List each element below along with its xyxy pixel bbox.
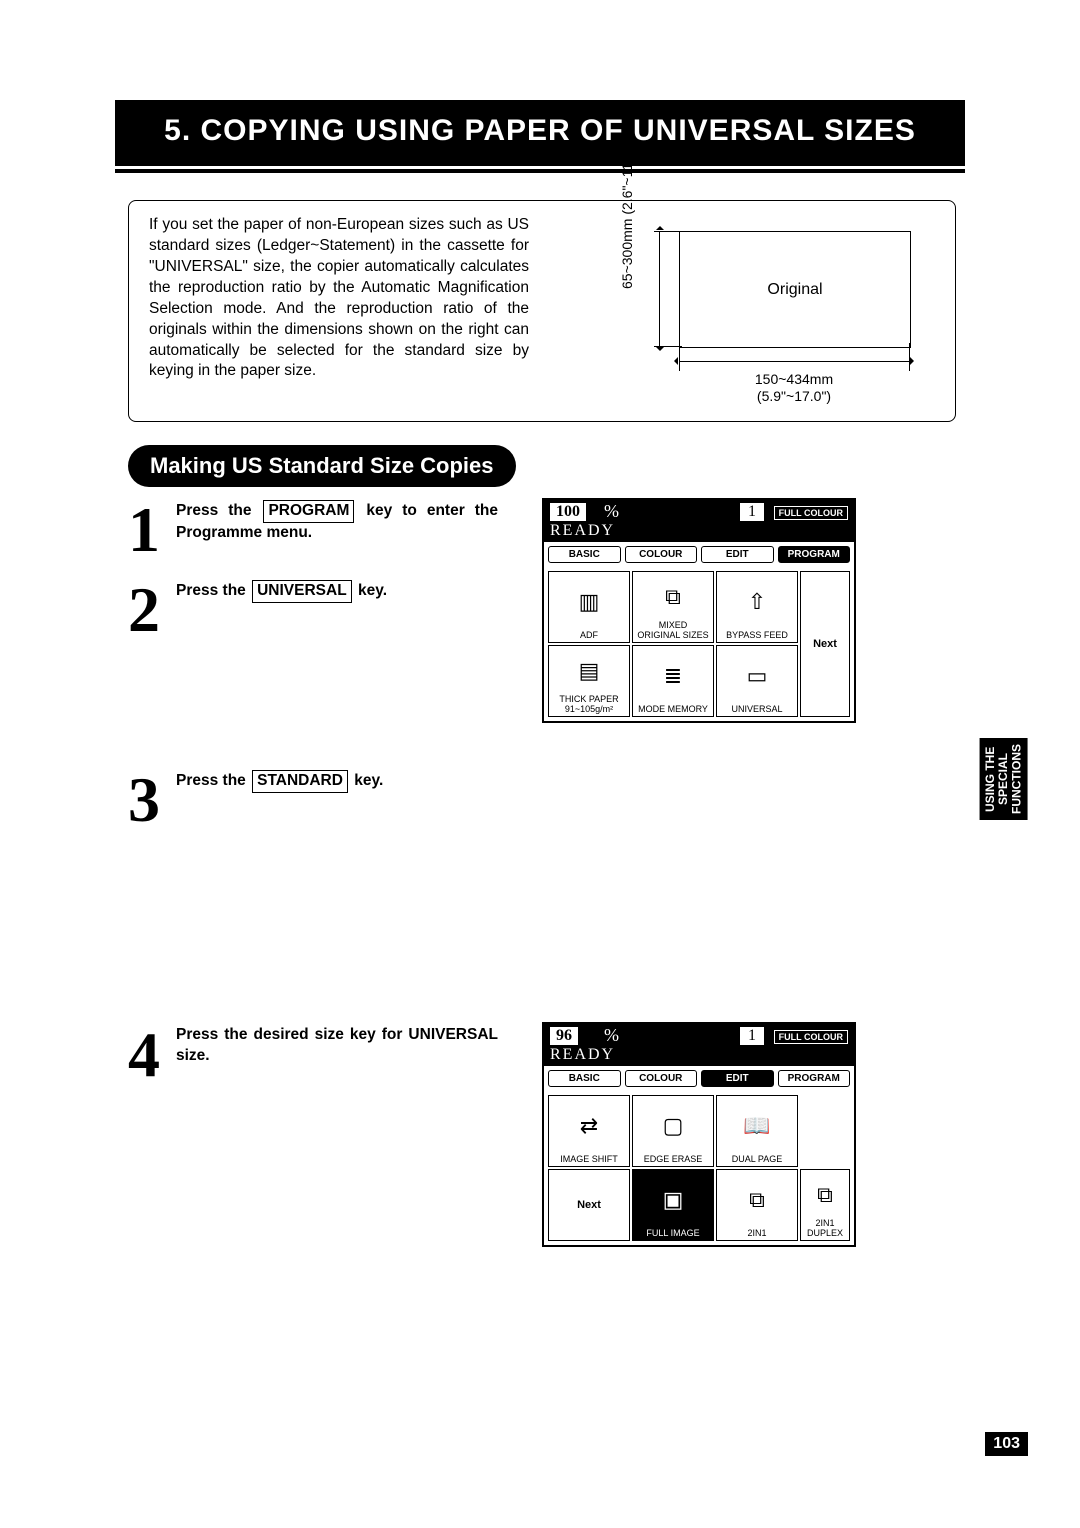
universal-icon: ▭ [719, 648, 795, 704]
universal-key: UNIVERSAL [252, 580, 352, 603]
ready-status: READY [550, 1046, 615, 1064]
full-image-icon: ▣ [635, 1172, 711, 1228]
full-image-button[interactable]: ▣FULL IMAGE [632, 1169, 714, 1241]
2in1-duplex-button[interactable]: ⧉2IN1 DUPLEX [800, 1169, 850, 1241]
copy-count: 1 [740, 1027, 764, 1045]
bypass-feed-button[interactable]: ⇧BYPASS FEED [716, 571, 798, 643]
edge-erase-button[interactable]: ▢EDGE ERASE [632, 1095, 714, 1167]
percent-symbol: % [604, 501, 619, 522]
copy-count: 1 [740, 503, 764, 521]
program-key: PROGRAM [263, 500, 354, 523]
mode-memory-icon: ≣ [635, 648, 711, 704]
step-2: 2 Press the UNIVERSAL key. [128, 580, 498, 635]
vertical-dimension: 65~300mm (2.6"~11.8") [619, 169, 635, 289]
tab-edit[interactable]: EDIT [701, 1070, 774, 1087]
tab-edit[interactable]: EDIT [701, 546, 774, 563]
zoom-value: 100 [550, 503, 586, 521]
step-number-1: 1 [128, 504, 172, 555]
thick-paper-icon: ▤ [551, 648, 627, 694]
display-panel-1: 100 % 1 FULL COLOUR READY BASIC COLOUR E… [542, 498, 856, 723]
tab-program[interactable]: PROGRAM [778, 546, 851, 563]
original-rect: Original [679, 231, 911, 348]
tab-colour[interactable]: COLOUR [625, 1070, 698, 1087]
tab-basic[interactable]: BASIC [548, 1070, 621, 1087]
size-diagram: Original 65~300mm (2.6"~11.8") 150~434mm… [559, 221, 929, 411]
thick-paper-button[interactable]: ▤THICK PAPER 91~105g/m² [548, 645, 630, 717]
2in1-button[interactable]: ⧉2IN1 [716, 1169, 798, 1241]
standard-key: STANDARD [252, 770, 348, 793]
step-number-2: 2 [128, 584, 172, 635]
image-shift-icon: ⇄ [551, 1098, 627, 1154]
next-button[interactable]: Next [800, 571, 850, 717]
tab-colour[interactable]: COLOUR [625, 546, 698, 563]
edge-erase-icon: ▢ [635, 1098, 711, 1154]
dual-page-button[interactable]: 📖DUAL PAGE [716, 1095, 798, 1167]
2in1-duplex-icon: ⧉ [803, 1172, 847, 1218]
page-number: 103 [985, 1432, 1028, 1456]
tab-basic[interactable]: BASIC [548, 546, 621, 563]
chapter-title: 5. COPYING USING PAPER OF UNIVERSAL SIZE… [115, 100, 965, 166]
step-number-3: 3 [128, 774, 172, 825]
section-heading: Making US Standard Size Copies [128, 445, 516, 487]
step-number-4: 4 [128, 1029, 172, 1080]
side-tab: USING THE SPECIAL FUNCTIONS [980, 738, 1028, 820]
adf-icon: ▥ [551, 574, 627, 630]
mixed-sizes-icon: ⧉ [635, 574, 711, 620]
dual-page-icon: 📖 [719, 1098, 795, 1154]
intro-box: If you set the paper of non-European siz… [128, 200, 956, 422]
intro-text: If you set the paper of non-European siz… [149, 215, 529, 382]
next-button[interactable]: Next [548, 1169, 630, 1241]
zoom-value: 96 [550, 1027, 578, 1045]
step-3: 3 Press the STANDARD key. [128, 770, 498, 825]
tab-program[interactable]: PROGRAM [778, 1070, 851, 1087]
adf-button[interactable]: ▥ADF [548, 571, 630, 643]
ready-status: READY [550, 522, 615, 540]
full-colour-badge: FULL COLOUR [774, 1030, 848, 1044]
horizontal-dimension: 150~434mm (5.9"~17.0") [679, 371, 909, 405]
step-1: 1 Press the PROGRAM key to enter the Pro… [128, 500, 498, 555]
full-colour-badge: FULL COLOUR [774, 506, 848, 520]
step-4: 4 Press the desired size key for UNIVERS… [128, 1025, 498, 1080]
mode-memory-button[interactable]: ≣MODE MEMORY [632, 645, 714, 717]
universal-button[interactable]: ▭UNIVERSAL [716, 645, 798, 717]
2in1-icon: ⧉ [719, 1172, 795, 1228]
display-panel-2: 96 % 1 FULL COLOUR READY BASIC COLOUR ED… [542, 1022, 856, 1247]
percent-symbol: % [604, 1025, 619, 1046]
mixed-sizes-button[interactable]: ⧉MIXED ORIGINAL SIZES [632, 571, 714, 643]
image-shift-button[interactable]: ⇄IMAGE SHIFT [548, 1095, 630, 1167]
bypass-feed-icon: ⇧ [719, 574, 795, 630]
